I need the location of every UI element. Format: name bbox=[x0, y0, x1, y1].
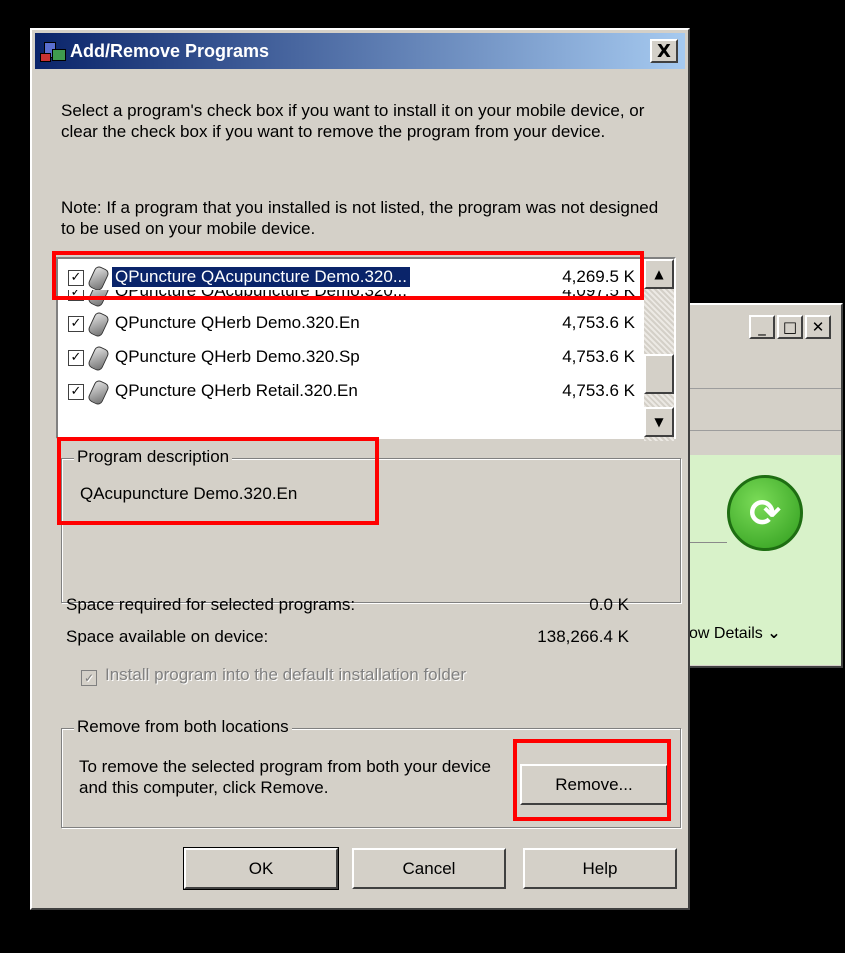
dialog-title: Add/Remove Programs bbox=[70, 40, 270, 61]
note-text: Note: If a program that you installed is… bbox=[61, 198, 659, 238]
program-size: 4,753.6 K bbox=[562, 347, 635, 366]
dialog-titlebar: Add/Remove Programs X bbox=[35, 33, 685, 69]
intro-text: Select a program's check box if you want… bbox=[61, 101, 645, 141]
program-name: QPuncture QHerb Demo.320.Sp bbox=[115, 347, 360, 366]
program-size: 4,269.5 K bbox=[562, 267, 635, 286]
close-button[interactable]: ✕ bbox=[805, 315, 831, 339]
vertical-scrollbar[interactable]: ▲ ▼ bbox=[644, 259, 674, 441]
divider bbox=[685, 430, 841, 431]
device-icon bbox=[86, 290, 111, 309]
help-button[interactable]: Help bbox=[523, 848, 677, 889]
remove-button-label: Remove... bbox=[555, 774, 633, 794]
show-details-label: ow Details bbox=[689, 625, 763, 642]
close-button[interactable]: X bbox=[650, 39, 678, 63]
divider bbox=[685, 388, 841, 389]
program-description-text: QAcupuncture Demo.320.En bbox=[80, 484, 298, 503]
device-icon bbox=[86, 264, 111, 293]
close-icon: ✕ bbox=[811, 318, 825, 336]
program-size: 4,097.5 K bbox=[562, 290, 635, 300]
device-icon bbox=[86, 344, 111, 373]
program-row[interactable]: ✓ QPuncture QHerb Retail.320.En 4,753.6 … bbox=[58, 376, 648, 409]
checkbox[interactable]: ✓ bbox=[68, 270, 84, 286]
minimize-button[interactable]: _ bbox=[749, 315, 775, 339]
ok-button[interactable]: OK bbox=[183, 847, 339, 890]
install-default-checkbox[interactable]: ✓ Install program into the default instal… bbox=[81, 665, 466, 686]
show-details-link[interactable]: ow Details ⌄ bbox=[689, 623, 781, 643]
program-size: 4,753.6 K bbox=[562, 313, 635, 332]
scroll-down-button[interactable]: ▼ bbox=[644, 407, 674, 437]
device-icon bbox=[86, 310, 111, 339]
checkbox: ✓ bbox=[81, 670, 97, 686]
space-available-value: 138,266.4 K bbox=[537, 627, 629, 646]
sync-icon[interactable]: ⟳ bbox=[727, 475, 803, 551]
device-icon bbox=[86, 378, 111, 407]
program-name: QPuncture QAcupuncture Demo.320... bbox=[111, 266, 411, 288]
program-name: QPuncture QHerb Demo.320.En bbox=[115, 313, 360, 332]
scroll-up-button[interactable]: ▲ bbox=[644, 259, 674, 289]
program-list[interactable]: ✓ QPuncture QAcupuncture Demo.320... 4,2… bbox=[56, 257, 676, 441]
checkbox[interactable]: ✓ bbox=[68, 290, 84, 301]
checkbox[interactable]: ✓ bbox=[68, 316, 84, 332]
minimize-icon: _ bbox=[758, 318, 766, 336]
connector-line bbox=[687, 542, 727, 543]
program-name: QPuncture QAcupuncture Demo.320... bbox=[115, 290, 407, 300]
program-row[interactable]: ✓ QPuncture QHerb Demo.320.En 4,753.6 K bbox=[58, 308, 648, 341]
help-button-label: Help bbox=[582, 858, 618, 878]
program-name: QPuncture QHerb Retail.320.En bbox=[115, 381, 358, 400]
arrow-down-icon: ▼ bbox=[654, 415, 664, 429]
checkbox[interactable]: ✓ bbox=[68, 384, 84, 400]
app-icon bbox=[40, 39, 66, 63]
cancel-button-label: Cancel bbox=[402, 858, 456, 878]
remove-instructions: To remove the selected program from both… bbox=[79, 757, 491, 797]
add-remove-programs-dialog: Add/Remove Programs X Select a program's… bbox=[30, 28, 690, 910]
group-legend: Remove from both locations bbox=[74, 717, 292, 737]
program-description-group: Program description QAcupuncture Demo.32… bbox=[61, 447, 681, 603]
double-chevron-down-icon: ⌄ bbox=[767, 623, 781, 642]
remove-button[interactable]: Remove... bbox=[520, 764, 668, 805]
scroll-thumb[interactable] bbox=[644, 354, 674, 394]
maximize-icon: □ bbox=[782, 318, 798, 336]
program-size: 4,753.6 K bbox=[562, 381, 635, 400]
space-required-label: Space required for selected programs: bbox=[66, 595, 356, 614]
group-legend: Program description bbox=[74, 447, 233, 467]
space-available-label: Space available on device: bbox=[66, 627, 269, 646]
space-required-value: 0.0 K bbox=[589, 595, 629, 614]
cancel-button[interactable]: Cancel bbox=[352, 848, 506, 889]
program-row[interactable]: ✓ QPuncture QAcupuncture Demo.320... 4,0… bbox=[58, 290, 648, 310]
checkbox[interactable]: ✓ bbox=[68, 350, 84, 366]
program-row[interactable]: ✓ QPuncture QHerb Demo.320.Sp 4,753.6 K bbox=[58, 342, 648, 375]
install-default-label: Install program into the default install… bbox=[105, 665, 466, 684]
close-icon: X bbox=[657, 40, 671, 62]
ok-button-label: OK bbox=[248, 858, 274, 878]
arrow-up-icon: ▲ bbox=[654, 267, 664, 281]
maximize-button[interactable]: □ bbox=[777, 315, 803, 339]
